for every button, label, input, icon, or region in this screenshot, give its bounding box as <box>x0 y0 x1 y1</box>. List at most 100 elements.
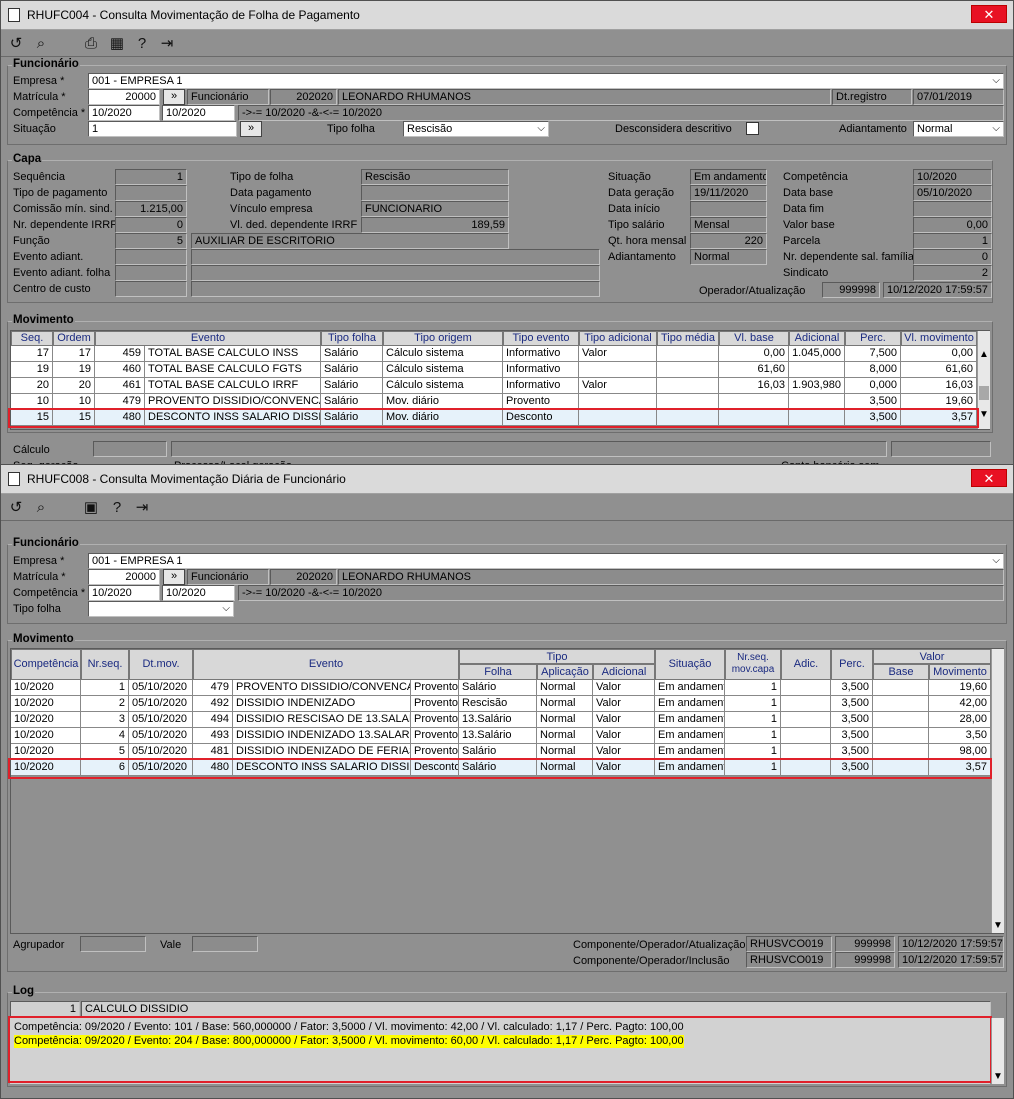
grid-cell[interactable] <box>873 680 929 696</box>
grid-cell[interactable]: 61,60 <box>719 362 789 378</box>
grid-cell[interactable]: 1.903,980 <box>789 378 845 394</box>
grid-cell[interactable]: Valor <box>593 728 655 744</box>
close-button[interactable]: ✕ <box>971 469 1007 487</box>
grid-cell[interactable]: 1 <box>81 680 129 696</box>
grid-cell[interactable]: Salário <box>321 362 383 378</box>
empresa-select[interactable]: 001 - EMPRESA 1 ⌵ <box>88 553 1004 569</box>
grid-cell[interactable]: 28,00 <box>929 712 991 728</box>
grid-cell[interactable]: Salário <box>321 378 383 394</box>
grid-cell[interactable]: TOTAL BASE CALCULO INSS <box>145 346 321 362</box>
grid-cell[interactable]: 492 <box>193 696 233 712</box>
grid-cell[interactable] <box>657 346 719 362</box>
grid-cell[interactable]: Valor <box>579 378 657 394</box>
search-icon[interactable]: ⌕ <box>31 498 51 518</box>
grid-cell[interactable]: 3,500 <box>831 728 873 744</box>
grid-cell[interactable]: 1 <box>725 728 781 744</box>
grid-cell[interactable]: 479 <box>193 680 233 696</box>
grid-cell[interactable]: 0,00 <box>719 346 789 362</box>
grid-cell[interactable]: Rescisão <box>459 696 537 712</box>
grid-cell[interactable]: 1 <box>725 712 781 728</box>
scroll-up-icon[interactable]: ▲ <box>979 349 989 360</box>
scroll-down-icon[interactable]: ▼ <box>993 1071 1003 1082</box>
grid-cell[interactable]: Valor <box>593 696 655 712</box>
grid-cell[interactable]: Provento <box>411 728 459 744</box>
grid-cell[interactable]: Valor <box>593 712 655 728</box>
grid-cell[interactable]: 1 <box>725 696 781 712</box>
grid-cell[interactable]: 3,50 <box>929 728 991 744</box>
exit-icon[interactable]: ⇥ <box>132 498 152 518</box>
grid-cell[interactable]: Cálculo sistema <box>383 378 503 394</box>
grid-cell[interactable]: 4 <box>81 728 129 744</box>
grid-cell[interactable]: 461 <box>95 378 145 394</box>
grid-cell[interactable] <box>781 696 831 712</box>
vertical-scrollbar[interactable]: ▼ <box>991 649 1004 933</box>
grid-cell[interactable]: Em andamento <box>655 680 725 696</box>
grid-cell[interactable]: 19 <box>11 362 53 378</box>
empresa-select[interactable]: 001 - EMPRESA 1 ⌵ <box>88 73 1004 89</box>
competencia-end-input[interactable]: 10/2020 <box>162 105 235 121</box>
grid-cell[interactable]: Cálculo sistema <box>383 346 503 362</box>
scroll-down-icon[interactable]: ▼ <box>979 409 989 420</box>
grid-cell[interactable]: Informativo <box>503 362 579 378</box>
lookup-button[interactable]: » <box>163 89 185 105</box>
grid-cell[interactable]: 10/2020 <box>11 696 81 712</box>
grid-cell[interactable] <box>873 696 929 712</box>
grid-cell[interactable]: Normal <box>537 680 593 696</box>
grid-cell[interactable]: 3 <box>81 712 129 728</box>
grid-cell[interactable]: 13.Salário <box>459 712 537 728</box>
grid-cell[interactable]: 16,03 <box>901 378 977 394</box>
grid-cell[interactable] <box>781 712 831 728</box>
grid-cell[interactable]: 61,60 <box>901 362 977 378</box>
competencia-start-input[interactable]: 10/2020 <box>88 585 160 601</box>
grid-cell[interactable]: 10/2020 <box>11 728 81 744</box>
grid-cell[interactable]: 16,03 <box>719 378 789 394</box>
grid-cell[interactable]: Provento <box>411 696 459 712</box>
situacao-input[interactable]: 1 <box>88 121 237 137</box>
print-icon[interactable]: ⎙ <box>81 34 101 54</box>
grid-cell[interactable]: 1.045,000 <box>789 346 845 362</box>
grid-cell[interactable]: 10/2020 <box>11 712 81 728</box>
grid-cell[interactable]: 13.Salário <box>459 728 537 744</box>
grid-cell[interactable]: Em andamento <box>655 712 725 728</box>
grid-cell[interactable]: 17 <box>11 346 53 362</box>
grid-cell[interactable]: Informativo <box>503 378 579 394</box>
grid-cell[interactable]: 17 <box>53 346 95 362</box>
search-icon[interactable]: ⌕ <box>31 34 51 54</box>
calculator-icon[interactable]: ▦ <box>107 34 127 54</box>
grid-cell[interactable]: 459 <box>95 346 145 362</box>
grid-cell[interactable]: 0,000 <box>845 378 901 394</box>
grid-cell[interactable]: Salário <box>321 346 383 362</box>
grid-cell[interactable]: 2 <box>81 696 129 712</box>
grid-cell[interactable]: 1 <box>725 680 781 696</box>
grid-cell[interactable]: 3,500 <box>831 696 873 712</box>
grid-cell[interactable]: 8,000 <box>845 362 901 378</box>
grid-cell[interactable]: 3,500 <box>831 712 873 728</box>
grid-cell[interactable]: 10/2020 <box>11 680 81 696</box>
grid-cell[interactable]: Provento <box>411 712 459 728</box>
grid-cell[interactable]: DISSIDIO RESCISAO DE 13.SALARIO <box>233 712 411 728</box>
help-icon[interactable]: ? <box>132 34 152 54</box>
grid-cell[interactable]: Em andamento <box>655 696 725 712</box>
grid-cell[interactable]: 19 <box>53 362 95 378</box>
grid-cell[interactable]: 42,00 <box>929 696 991 712</box>
grid-cell[interactable]: 19,60 <box>929 680 991 696</box>
grid-cell[interactable]: Valor <box>579 346 657 362</box>
calendar-icon[interactable]: ▣ <box>81 498 101 518</box>
grid-cell[interactable]: 0,00 <box>901 346 977 362</box>
grid-cell[interactable]: 493 <box>193 728 233 744</box>
grid-cell[interactable]: Em andamento <box>655 728 725 744</box>
matricula-input[interactable]: 20000 <box>88 569 160 585</box>
competencia-start-input[interactable]: 10/2020 <box>88 105 160 121</box>
grid-cell[interactable]: Provento <box>411 680 459 696</box>
grid-cell[interactable] <box>873 712 929 728</box>
grid-cell[interactable]: 460 <box>95 362 145 378</box>
grid-cell[interactable]: Cálculo sistema <box>383 362 503 378</box>
grid-cell[interactable]: Normal <box>537 728 593 744</box>
grid-cell[interactable]: DISSIDIO INDENIZADO <box>233 696 411 712</box>
grid-cell[interactable]: Salário <box>459 680 537 696</box>
help-icon[interactable]: ? <box>107 498 127 518</box>
grid-cell[interactable]: 7,500 <box>845 346 901 362</box>
grid-cell[interactable]: 20 <box>11 378 53 394</box>
grid-cell[interactable] <box>657 378 719 394</box>
grid-cell[interactable]: TOTAL BASE CALCULO FGTS <box>145 362 321 378</box>
